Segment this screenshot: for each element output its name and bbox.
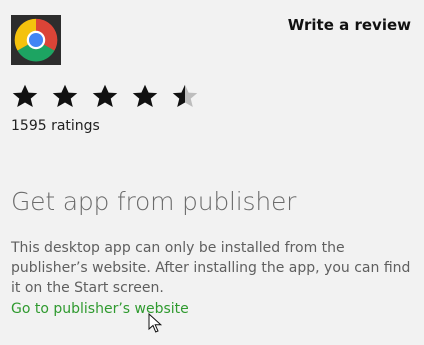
publisher-description: This desktop app can only be installed f… (11, 240, 411, 296)
app-icon-tile (11, 15, 61, 65)
ratings-count: 1595 ratings (11, 118, 100, 134)
section-title: Get app from publisher (11, 187, 297, 216)
star-icon (132, 84, 158, 108)
half-star-icon (172, 84, 198, 108)
chrome-icon (14, 18, 58, 62)
write-review-link[interactable]: Write a review (288, 16, 411, 34)
star-icon (92, 84, 118, 108)
star-rating (11, 81, 206, 113)
mouse-cursor-icon (148, 313, 163, 333)
star-icon (12, 84, 38, 108)
star-icon (52, 84, 78, 108)
